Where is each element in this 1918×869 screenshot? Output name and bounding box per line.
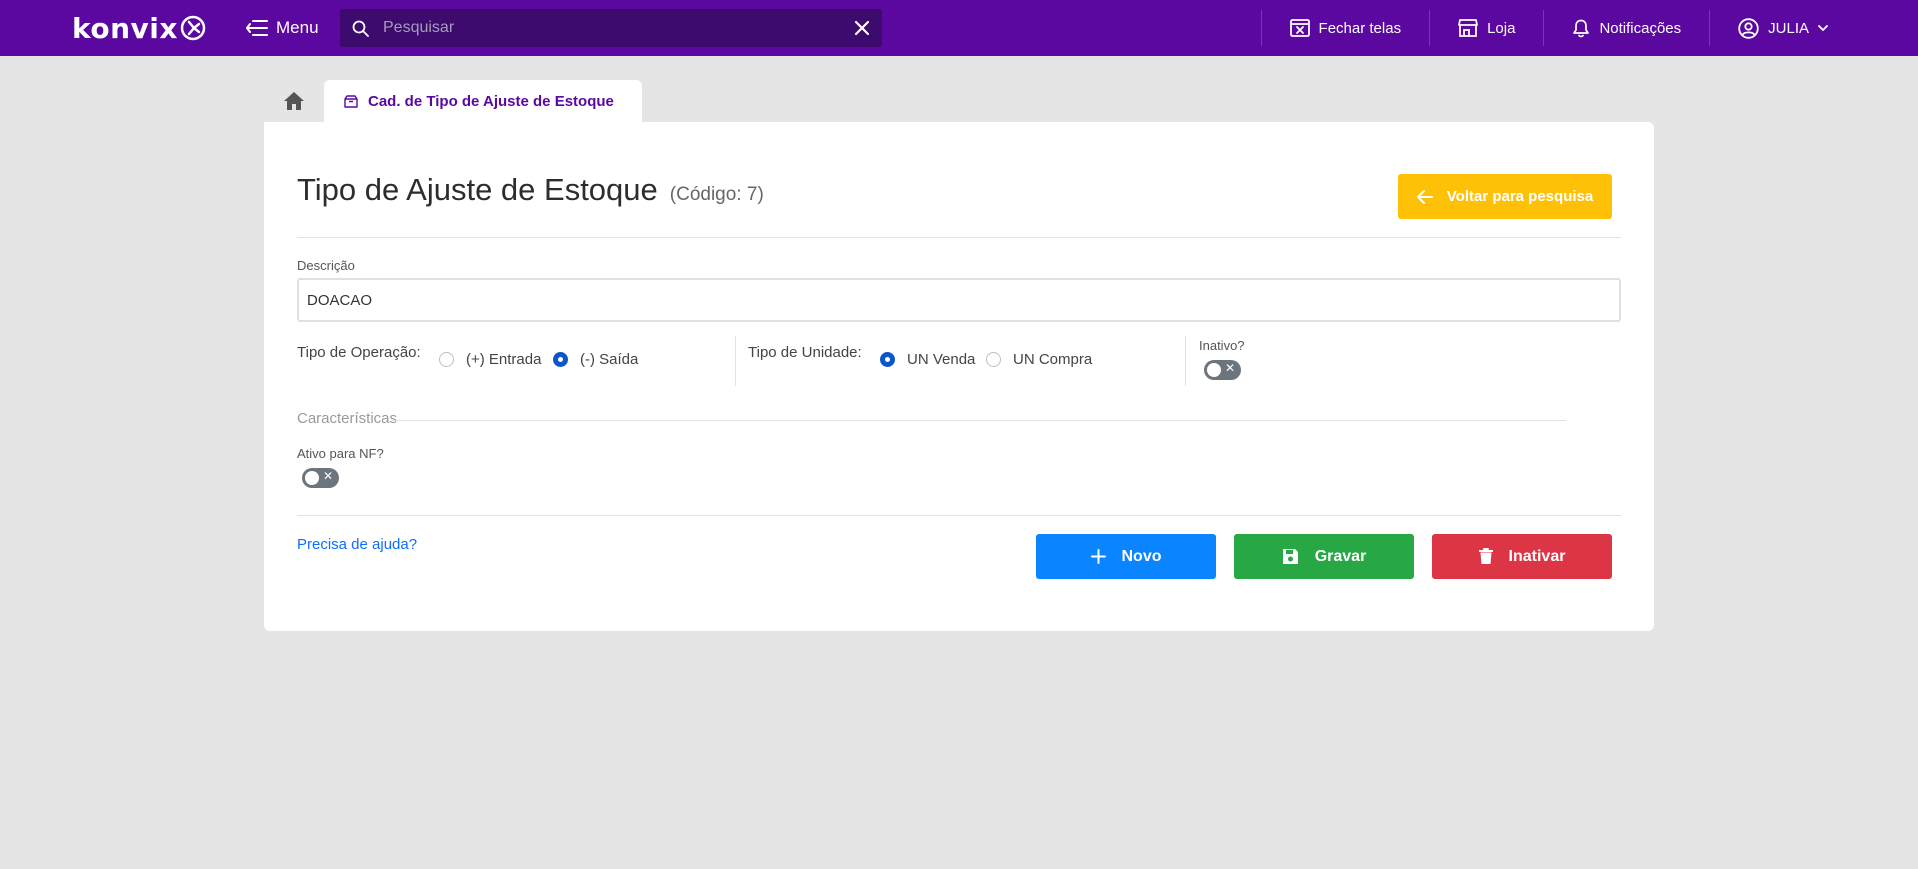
radio-un-compra-label: UN Compra [1013, 351, 1093, 368]
save-button[interactable]: Gravar [1234, 534, 1414, 579]
logo-text: Konvix [72, 11, 178, 45]
inativo-toggle[interactable]: ✕ [1204, 360, 1241, 380]
radio-un-venda[interactable]: UN Venda [880, 351, 975, 368]
save-icon [1282, 549, 1298, 564]
top-bar: Konvix Menu Fechar telas [0, 0, 1918, 56]
menu-label: Menu [276, 18, 319, 37]
new-button[interactable]: Novo [1036, 534, 1216, 579]
user-avatar-icon [1738, 17, 1759, 39]
trash-icon [1478, 548, 1493, 564]
inactivate-button-label: Inativar [1508, 547, 1566, 565]
help-link[interactable]: Precisa de ajuda? [297, 536, 417, 553]
radio-entrada-label: (+) Entrada [466, 351, 542, 368]
toggle-off-icon: ✕ [1224, 361, 1235, 375]
caracteristicas-divider [392, 420, 1566, 421]
radio-saida[interactable]: (-) Saída [553, 351, 638, 368]
bell-icon [1573, 19, 1590, 37]
close-screens-button[interactable]: Fechar telas [1260, 10, 1430, 46]
close-screens-label: Fechar telas [1318, 19, 1402, 37]
footer-divider [297, 515, 1621, 516]
toggle-off-icon: ✕ [322, 469, 333, 483]
home-tab[interactable] [264, 80, 324, 122]
caracteristicas-section-title: Características [297, 410, 398, 427]
logo-mark-icon [180, 15, 206, 41]
radio-un-compra[interactable]: UN Compra [986, 351, 1092, 368]
form-card: Tipo de Ajuste de Estoque (Código: 7) Vo… [264, 122, 1654, 631]
page-title: Tipo de Ajuste de Estoque [297, 172, 658, 207]
vertical-separator-2 [1185, 336, 1186, 386]
search-input[interactable] [383, 19, 854, 37]
konvix-logo[interactable]: Konvix [72, 10, 206, 46]
page-header: Tipo de Ajuste de Estoque (Código: 7) [297, 172, 764, 208]
descricao-label: Descrição [297, 258, 355, 273]
descricao-input[interactable] [297, 278, 1621, 322]
ativo-nf-label: Ativo para NF? [297, 446, 384, 461]
close-window-icon [1289, 19, 1310, 37]
search-icon [352, 20, 369, 37]
new-button-label: Novo [1121, 547, 1162, 565]
notifications-button[interactable]: Notificações [1543, 10, 1709, 46]
inactivate-button[interactable]: Inativar [1432, 534, 1612, 579]
store-label: Loja [1487, 19, 1516, 37]
notifications-label: Notificações [1599, 19, 1682, 37]
radio-entrada-circle[interactable] [439, 352, 454, 367]
store-icon [1458, 19, 1478, 37]
home-icon [284, 92, 304, 110]
plus-icon [1090, 549, 1106, 564]
toggle-knob [1207, 363, 1221, 377]
tipo-unidade-label: Tipo de Unidade: [748, 344, 862, 361]
radio-saida-label: (-) Saída [580, 351, 639, 368]
menu-icon [246, 20, 268, 36]
vertical-separator-1 [735, 336, 736, 386]
header-divider [297, 237, 1621, 238]
tab-tipo-ajuste-estoque[interactable]: Cad. de Tipo de Ajuste de Estoque [324, 80, 642, 122]
chevron-down-icon [1818, 24, 1828, 31]
search-bar [340, 9, 882, 47]
back-to-search-button[interactable]: Voltar para pesquisa [1398, 174, 1612, 219]
clear-search-icon[interactable] [854, 20, 870, 36]
radio-un-venda-label: UN Venda [907, 351, 976, 368]
tab-label: Cad. de Tipo de Ajuste de Estoque [368, 92, 614, 110]
radio-entrada[interactable]: (+) Entrada [439, 351, 541, 368]
top-right-actions: Fechar telas Loja Notificações JULIA [1260, 0, 1918, 56]
arrow-left-icon [1416, 189, 1433, 204]
record-code: (Código: 7) [669, 184, 764, 205]
user-menu[interactable]: JULIA [1709, 10, 1918, 46]
user-name: JULIA [1768, 19, 1809, 37]
inventory-box-icon [344, 94, 358, 108]
ativo-nf-toggle[interactable]: ✕ [302, 468, 339, 488]
radio-un-compra-circle[interactable] [986, 352, 1001, 367]
toggle-knob [305, 471, 319, 485]
tipo-operacao-label: Tipo de Operação: [297, 344, 421, 361]
back-button-label: Voltar para pesquisa [1446, 188, 1594, 205]
menu-button[interactable]: Menu [246, 14, 319, 42]
radio-un-venda-circle[interactable] [880, 352, 895, 367]
radio-saida-circle[interactable] [553, 352, 568, 367]
inativo-label: Inativo? [1199, 338, 1245, 353]
store-button[interactable]: Loja [1429, 10, 1543, 46]
save-button-label: Gravar [1314, 547, 1367, 565]
